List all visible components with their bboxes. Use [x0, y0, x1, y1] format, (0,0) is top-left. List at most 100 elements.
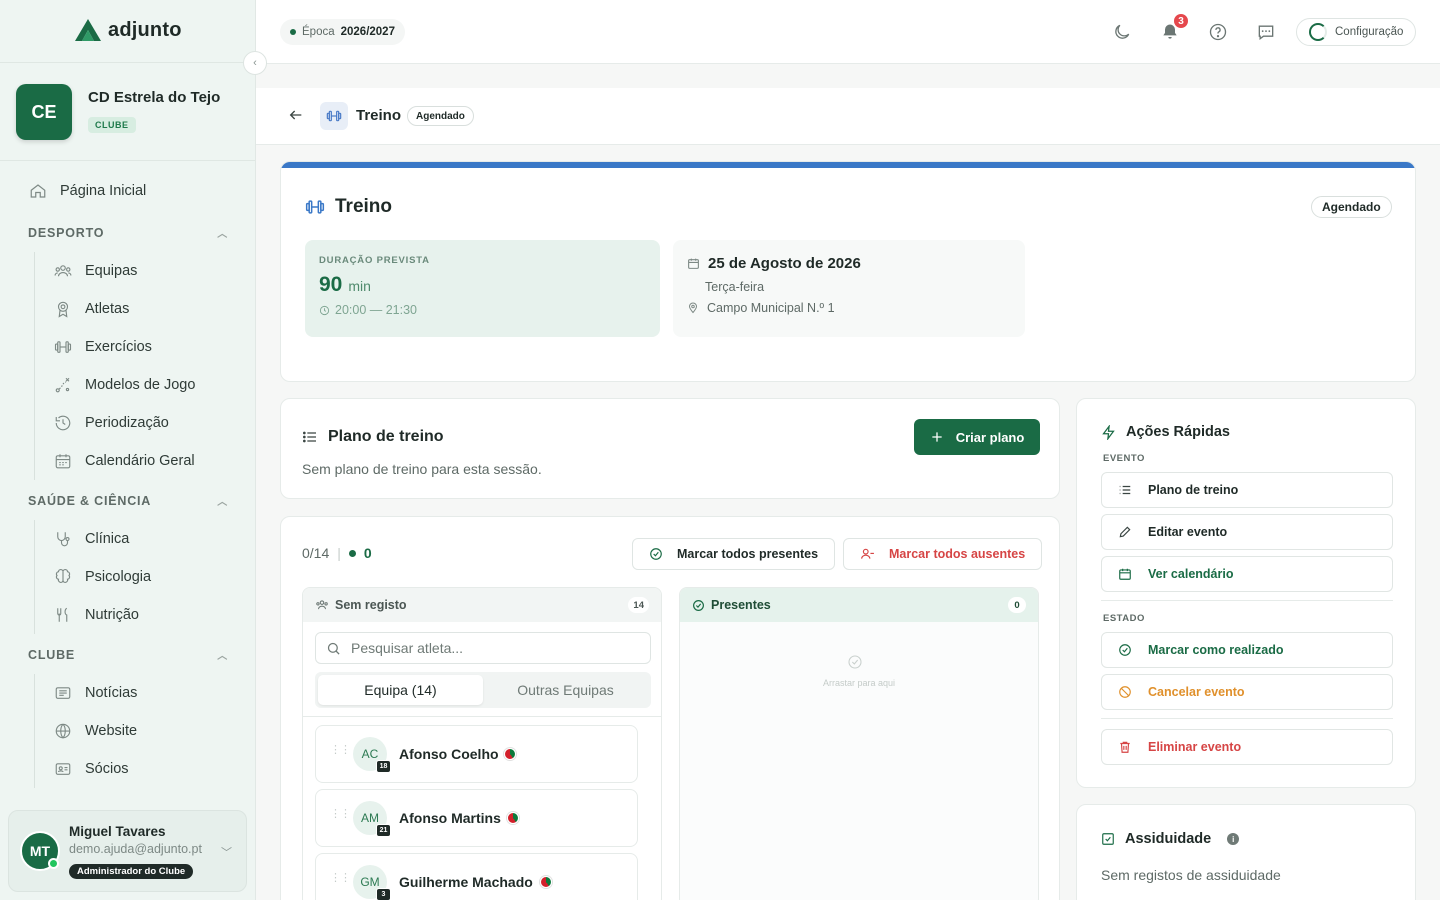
chevron-left-icon: ‹	[253, 57, 257, 69]
nav-item-website[interactable]: Website	[53, 721, 137, 741]
nav-section-saude-ciencia[interactable]: SAÚDE & CIÊNCIA ︿	[28, 493, 228, 509]
tab-outras-equipas[interactable]: Outras Equipas	[483, 675, 648, 705]
nav-item-calendario-geral[interactable]: Calendário Geral	[53, 451, 195, 471]
mark-all-present-button[interactable]: Marcar todos presentes	[632, 538, 836, 570]
nav-item-periodizacao[interactable]: Periodização	[53, 413, 169, 433]
action-label: Cancelar evento	[1148, 685, 1245, 699]
map-pin-icon	[687, 302, 699, 314]
attendance-summary: 0/14 | 0	[302, 545, 372, 561]
drag-handle-icon[interactable]: ⋮⋮	[330, 745, 351, 756]
quick-actions-card: Ações Rápidas EVENTO Plano de treino Edi…	[1076, 398, 1416, 788]
nav-item-exercicios[interactable]: Exercícios	[53, 337, 152, 357]
mark-done-action[interactable]: Marcar como realizado	[1101, 632, 1393, 668]
season-selector[interactable]: Época 2026/2027	[280, 19, 405, 45]
back-button[interactable]	[288, 107, 304, 123]
duration-value: 90	[319, 273, 343, 296]
nav-item-psicologia[interactable]: Psicologia	[53, 567, 151, 587]
search-icon	[326, 641, 341, 656]
date-location-box: 25 de Agosto de 2026 Terça-feira Campo M…	[673, 240, 1025, 337]
nav-item-label: Nutrição	[85, 607, 139, 623]
column-title-text: Sem registo	[335, 598, 407, 612]
column-count-badge: 14	[628, 597, 649, 613]
zap-icon	[1101, 424, 1116, 440]
nav-item-label: Website	[85, 723, 138, 739]
column-title: Presentes	[692, 598, 771, 612]
mark-all-absent-label: Marcar todos ausentes	[889, 547, 1026, 561]
users-icon	[315, 598, 329, 612]
award-icon	[53, 299, 73, 319]
mark-all-absent-button[interactable]: Marcar todos ausentes	[843, 538, 1043, 570]
section-label-evento: EVENTO	[1103, 453, 1145, 464]
chevron-up-icon: ︿	[217, 651, 228, 662]
nav-item-clinica[interactable]: Clínica	[53, 529, 129, 549]
user-menu[interactable]: MT Miguel Tavares demo.ajuda@adjunto.pt …	[8, 810, 247, 892]
athlete-card[interactable]: ⋮⋮ AC 18 Afonso Coelho	[315, 725, 638, 783]
ban-icon	[1118, 685, 1132, 699]
divider	[1101, 718, 1393, 719]
messages-button[interactable]	[1254, 20, 1278, 44]
collapse-sidebar-button[interactable]: ‹	[243, 51, 267, 75]
duration-value-row: 90 min	[319, 273, 646, 297]
pencil-icon	[1118, 525, 1132, 539]
event-summary-card: Treino Agendado DURAÇÃO PREVISTA 90 min …	[280, 161, 1416, 382]
column-header: Presentes 0	[680, 588, 1038, 622]
view-calendar-action[interactable]: Ver calendário	[1101, 556, 1393, 592]
nav-item-socios[interactable]: Sócios	[53, 759, 129, 779]
checkbox-icon	[1101, 832, 1115, 846]
time-range-text: 20:00 — 21:30	[335, 303, 418, 317]
brain-icon	[53, 567, 73, 587]
event-title: Treino	[305, 196, 392, 218]
nav-item-modelos-de-jogo[interactable]: Modelos de Jogo	[53, 375, 195, 395]
athlete-card[interactable]: ⋮⋮ AM 21 Afonso Martins	[315, 789, 638, 847]
drag-handle-icon[interactable]: ⋮⋮	[330, 873, 351, 884]
nav-section-clube[interactable]: CLUBE ︿	[28, 647, 228, 663]
progress-ring-icon	[1309, 23, 1327, 41]
chevron-down-icon: ﹀	[221, 847, 232, 859]
club-switcher[interactable]: CE CD Estrela do Tejo CLUBE	[16, 84, 220, 140]
create-plan-button[interactable]: Criar plano	[914, 419, 1040, 455]
help-button[interactable]	[1206, 20, 1230, 44]
quick-actions-title-text: Ações Rápidas	[1126, 424, 1230, 440]
tab-equipa[interactable]: Equipa (14)	[318, 675, 483, 705]
nav-item-noticias[interactable]: Notícias	[53, 683, 137, 703]
club-name: CD Estrela do Tejo	[88, 89, 221, 106]
search-input[interactable]	[351, 640, 631, 656]
duration-box: DURAÇÃO PREVISTA 90 min 20:00 — 21:30	[305, 240, 660, 337]
nav-item-label: Psicologia	[85, 569, 152, 585]
info-icon[interactable]: i	[1227, 833, 1240, 845]
dumbbell-icon	[326, 110, 342, 122]
delete-event-action[interactable]: Eliminar evento	[1101, 729, 1393, 765]
divider	[1101, 600, 1393, 601]
check-circle-icon	[847, 654, 863, 670]
cancel-event-action[interactable]: Cancelar evento	[1101, 674, 1393, 710]
portugal-flag-icon	[504, 748, 516, 760]
nav-item-nutricao[interactable]: Nutrição	[53, 605, 139, 625]
nav-item-equipas[interactable]: Equipas	[53, 261, 137, 281]
action-label: Eliminar evento	[1148, 740, 1242, 754]
id-card-icon	[53, 759, 73, 779]
list-icon	[302, 429, 318, 445]
app-logo[interactable]: adjunto	[74, 18, 182, 42]
column-title-text: Presentes	[711, 598, 771, 612]
athlete-search[interactable]	[315, 632, 651, 664]
attendance-board: 0/14 | 0 Marcar todos presentes Marcar t…	[280, 516, 1060, 900]
athlete-card[interactable]: ⋮⋮ GM 3 Guilherme Machado	[315, 853, 638, 900]
nav-section-desporto[interactable]: DESPORTO ︿	[28, 225, 228, 241]
newspaper-icon	[53, 683, 73, 703]
nav-home[interactable]: Página Inicial	[28, 181, 146, 201]
drag-handle-icon[interactable]: ⋮⋮	[330, 809, 351, 820]
dark-mode-toggle[interactable]	[1110, 20, 1134, 44]
user-name: Miguel Tavares	[69, 824, 166, 839]
nav-item-atletas[interactable]: Atletas	[53, 299, 129, 319]
nav-item-label: Modelos de Jogo	[85, 377, 196, 393]
edit-event-action[interactable]: Editar evento	[1101, 514, 1393, 550]
present-column[interactable]: Presentes 0 Arrastar para aqui	[679, 587, 1039, 900]
stethoscope-icon	[53, 529, 73, 549]
drop-hint: Arrastar para aqui	[822, 678, 896, 688]
training-plan-action[interactable]: Plano de treino	[1101, 472, 1393, 508]
assiduidade-empty-text: Sem registos de assiduidade	[1101, 867, 1281, 883]
shirt-number-badge: 18	[376, 760, 391, 773]
separator: |	[337, 545, 341, 561]
nav-item-label: Periodização	[85, 415, 169, 431]
configuration-button[interactable]: Configuração	[1296, 18, 1416, 46]
